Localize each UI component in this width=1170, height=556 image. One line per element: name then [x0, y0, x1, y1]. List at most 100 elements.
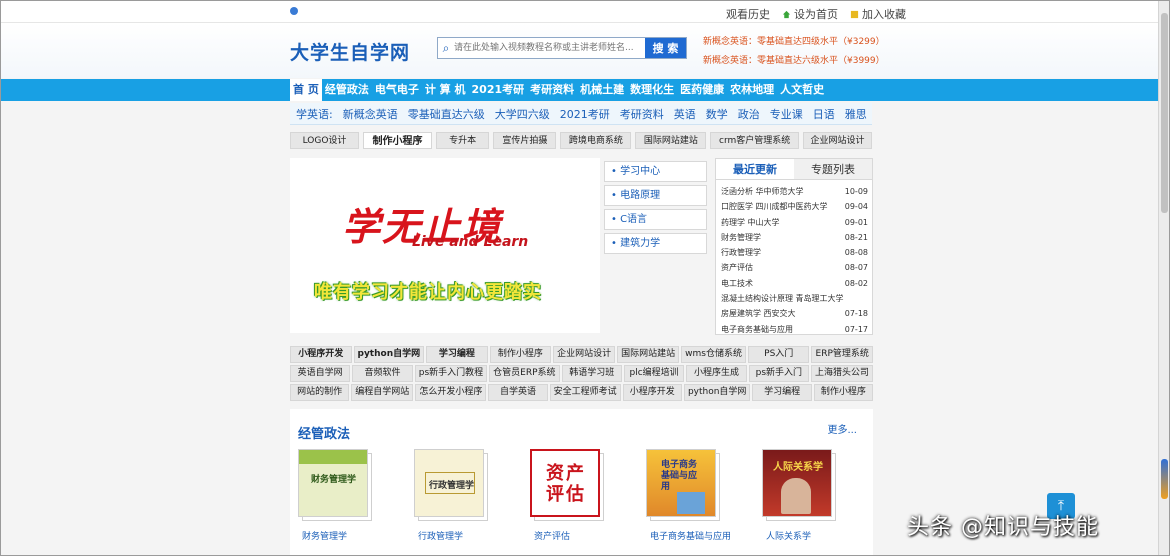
subnav-item[interactable]: 日语	[813, 106, 835, 122]
nav-item-home[interactable]: 首 页	[290, 79, 322, 101]
keyword-tag[interactable]: 网站的制作	[290, 384, 350, 401]
list-item[interactable]: 泛函分析 华中师范大学 10-09	[721, 184, 868, 199]
keyword-tag[interactable]: python自学网	[683, 384, 751, 401]
keyword-tag[interactable]: 小程序开发	[622, 384, 682, 401]
list-item[interactable]: 电工技术 08-02	[721, 276, 868, 291]
book-card[interactable]: 电子商务基础与应用 电子商务基础与应用	[646, 449, 731, 542]
keyword-tag[interactable]: 上海猎头公司	[811, 365, 874, 382]
keyword-tag[interactable]: 学习编程	[752, 384, 812, 401]
keyword-tag[interactable]: python自学网	[353, 346, 425, 363]
tag-item[interactable]: 企业网站设计	[802, 132, 872, 149]
list-item[interactable]: 房屋建筑学 西安交大 07-18	[721, 306, 868, 321]
keyword-tag[interactable]: 编程自学网站	[351, 384, 414, 401]
subnav-item[interactable]: 雅思	[845, 106, 867, 122]
subnav-label: 学英语:	[296, 107, 333, 121]
list-item[interactable]: 电子商务基础与应用 07-17	[721, 322, 868, 337]
news-title: 电工技术	[721, 278, 753, 288]
promo-link-2[interactable]: 新概念英语：零基础直达六级水平（¥3999）	[703, 53, 885, 66]
promo-link-1[interactable]: 新概念英语：零基础直达四级水平（¥3299）	[703, 34, 885, 47]
subnav-item[interactable]: 2021考研	[560, 106, 610, 122]
keyword-tag[interactable]: PS入门	[747, 346, 810, 363]
scrollbar-thumb[interactable]	[1161, 13, 1168, 213]
tag-item-active[interactable]: 制作小程序	[363, 132, 432, 149]
keyword-tag[interactable]: 音频软件	[352, 365, 413, 382]
book-card[interactable]: 资产评估 资产评估	[530, 449, 604, 542]
keyword-tag[interactable]: plc编程培训	[623, 365, 685, 382]
tag-item[interactable]: crm客户管理系统	[710, 132, 799, 149]
tag-item[interactable]: 跨境电商系统	[560, 132, 632, 149]
nav-item[interactable]: 医药健康	[677, 79, 727, 101]
keyword-tag[interactable]: 韩语学习班	[561, 365, 622, 382]
quick-link[interactable]: • C语言	[604, 209, 707, 230]
subnav-item[interactable]: 政治	[738, 106, 760, 122]
keyword-tag[interactable]: 小程序生成	[686, 365, 747, 382]
book-card[interactable]: 人际关系学 人际关系学	[762, 449, 836, 542]
search-button[interactable]: 搜 索	[645, 38, 686, 58]
nav-item[interactable]: 计 算 机	[422, 79, 469, 101]
list-item[interactable]: 行政管理学 08-08	[721, 245, 868, 260]
keyword-tag[interactable]: ps新手入门教程	[414, 365, 488, 382]
keyword-tag[interactable]: 怎么开发小程序	[415, 384, 487, 401]
book-card[interactable]: 财务管理学 财务管理学	[298, 449, 372, 542]
keyword-tag[interactable]: 仓管员ERP系统	[489, 365, 560, 382]
keyword-tag[interactable]: 英语自学网	[290, 365, 351, 382]
keyword-tag[interactable]: 小程序开发	[290, 346, 352, 363]
nav-item[interactable]: 考研资料	[527, 79, 577, 101]
cover-title: 资产评估	[546, 463, 586, 505]
quick-link[interactable]: • 学习中心	[604, 161, 707, 182]
subnav-item[interactable]: 大学四六级	[495, 106, 550, 122]
keyword-tag[interactable]: 国际网站建站	[617, 346, 680, 363]
list-item[interactable]: 资产评估 08-07	[721, 260, 868, 275]
set-home-link[interactable]: 设为首页	[782, 6, 838, 22]
tag-item[interactable]: 专升本	[436, 132, 490, 149]
keyword-tag[interactable]: 学习编程	[426, 346, 488, 363]
site-logo[interactable]: 大学生自学网	[290, 38, 410, 65]
keyword-tag[interactable]: wms仓储系统	[681, 346, 746, 363]
subnav-item[interactable]: 数学	[706, 106, 728, 122]
subnav-item[interactable]: 新概念英语	[343, 106, 398, 122]
history-link[interactable]: 观看历史	[726, 6, 770, 22]
keyword-tag[interactable]: 企业网站设计	[553, 346, 616, 363]
keyword-tag[interactable]: 制作小程序	[489, 346, 552, 363]
more-link[interactable]: 更多...	[827, 421, 857, 436]
news-date: 08-21	[844, 232, 868, 242]
nav-item[interactable]: 农林地理	[727, 79, 777, 101]
section-economics-law: 经管政法 更多... 财务管理学 财务管理学 行政管理学 行政管理学 资产评估 …	[290, 409, 873, 555]
tag-item[interactable]: LOGO设计	[290, 132, 359, 149]
keyword-tag[interactable]: ps新手入门	[748, 365, 810, 382]
keyword-tag[interactable]: 制作小程序	[813, 384, 874, 401]
nav-item[interactable]: 数理化生	[627, 79, 677, 101]
tag-item[interactable]: 宣传片拍摄	[493, 132, 557, 149]
list-item[interactable]: 混凝土结构设计原理 青岛理工大学	[721, 291, 868, 306]
book-card[interactable]: 行政管理学 行政管理学	[414, 449, 488, 542]
vertical-scrollbar[interactable]	[1158, 1, 1169, 555]
subnav-item[interactable]: 专业课	[770, 106, 803, 122]
tag-item[interactable]: 国际网站建站	[635, 132, 707, 149]
news-date: 08-07	[844, 263, 868, 273]
quick-link[interactable]: • 建筑力学	[604, 233, 707, 254]
bookmark-link[interactable]: 加入收藏	[850, 6, 906, 22]
subnav-item[interactable]: 英语	[674, 106, 696, 122]
tab-topics[interactable]: 专题列表	[794, 159, 872, 179]
subnav-item[interactable]: 考研资料	[620, 106, 664, 122]
quick-link[interactable]: • 电路原理	[604, 185, 707, 206]
nav-item[interactable]: 人文哲史	[777, 79, 827, 101]
speaker-icon[interactable]	[290, 7, 298, 15]
list-item[interactable]: 药理学 中山大学 09-01	[721, 215, 868, 230]
nav-item[interactable]: 2021考研	[469, 79, 528, 101]
nav-item[interactable]: 电气电子	[372, 79, 422, 101]
list-item[interactable]: 口腔医学 四川成都中医药大学 09-04	[721, 199, 868, 214]
nav-item[interactable]: 机械土建	[577, 79, 627, 101]
tab-recent-updates[interactable]: 最近更新	[716, 159, 794, 179]
book-caption: 人际关系学	[766, 532, 812, 542]
banner[interactable]: 学无止境 Live and Learn 唯有学习才能让内心更踏实	[290, 158, 600, 333]
list-item[interactable]: 财务管理学 08-21	[721, 230, 868, 245]
subnav-item[interactable]: 零基础直达六级	[408, 106, 485, 122]
keyword-tag[interactable]: 自学英语	[488, 384, 548, 401]
search-input[interactable]	[454, 38, 645, 58]
home-icon	[782, 10, 791, 18]
news-title: 房屋建筑学 西安交大	[721, 309, 796, 319]
keyword-tag[interactable]: 安全工程师考试	[549, 384, 621, 401]
nav-item[interactable]: 经管政法	[322, 79, 372, 101]
keyword-tag[interactable]: ERP管理系统	[811, 346, 873, 363]
